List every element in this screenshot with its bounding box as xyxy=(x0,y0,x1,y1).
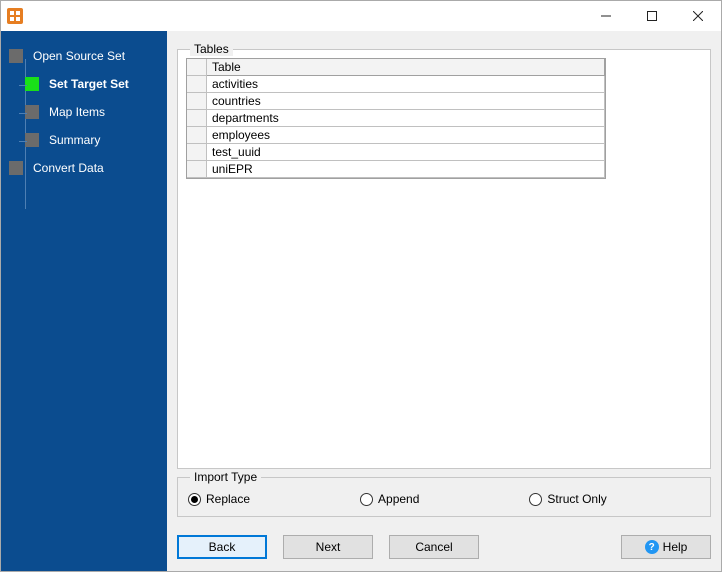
radio-icon xyxy=(188,493,201,506)
import-type-label: Import Type xyxy=(190,470,261,484)
table-row[interactable]: activities xyxy=(187,76,605,93)
step-marker-icon xyxy=(25,105,39,119)
table-header-row: Table xyxy=(187,59,605,76)
nav-convert-data[interactable]: Convert Data xyxy=(9,157,159,179)
nav-open-source-set[interactable]: Open Source Set xyxy=(9,45,159,67)
table-cell: countries xyxy=(207,93,605,110)
row-handle[interactable] xyxy=(187,127,207,144)
nav-map-items[interactable]: Map Items xyxy=(9,101,159,123)
row-handle[interactable] xyxy=(187,76,207,93)
main-panel: Tables Table activities countries xyxy=(167,31,721,571)
step-marker-icon xyxy=(25,77,39,91)
next-button[interactable]: Next xyxy=(283,535,373,559)
app-icon xyxy=(7,8,23,24)
help-icon: ? xyxy=(645,540,659,554)
window-body: Open Source Set Set Target Set Map Items… xyxy=(1,31,721,571)
back-button[interactable]: Back xyxy=(177,535,267,559)
wizard-sidebar: Open Source Set Set Target Set Map Items… xyxy=(1,31,167,571)
step-marker-icon xyxy=(9,161,23,175)
nav-label: Open Source Set xyxy=(33,49,125,63)
table-cell: uniEPR xyxy=(207,161,605,178)
row-handle[interactable] xyxy=(187,110,207,127)
step-marker-icon xyxy=(25,133,39,147)
button-bar: Back Next Cancel ? Help xyxy=(167,527,721,571)
minimize-button[interactable] xyxy=(583,1,629,31)
help-button[interactable]: ? Help xyxy=(621,535,711,559)
close-button[interactable] xyxy=(675,1,721,31)
maximize-button[interactable] xyxy=(629,1,675,31)
radio-label: Append xyxy=(378,492,419,506)
tables-label: Tables xyxy=(190,42,233,56)
row-handle[interactable] xyxy=(187,161,207,178)
nav-label: Map Items xyxy=(49,105,105,119)
nav-label: Set Target Set xyxy=(49,77,129,91)
button-label: Help xyxy=(663,540,688,554)
row-handle[interactable] xyxy=(187,93,207,110)
radio-struct-only[interactable]: Struct Only xyxy=(529,492,606,506)
nav-summary[interactable]: Summary xyxy=(9,129,159,151)
table-row[interactable]: uniEPR xyxy=(187,161,605,178)
radio-label: Struct Only xyxy=(547,492,606,506)
tables-fieldset: Tables Table activities countries xyxy=(177,49,711,469)
cancel-button[interactable]: Cancel xyxy=(389,535,479,559)
radio-icon xyxy=(529,493,542,506)
table-row[interactable]: countries xyxy=(187,93,605,110)
nav-set-target-set[interactable]: Set Target Set xyxy=(9,73,159,95)
radio-label: Replace xyxy=(206,492,250,506)
radio-replace[interactable]: Replace xyxy=(188,492,250,506)
radio-append[interactable]: Append xyxy=(360,492,419,506)
table-cell: test_uuid xyxy=(207,144,605,161)
row-handle[interactable] xyxy=(187,144,207,161)
radio-icon xyxy=(360,493,373,506)
wizard-window: Open Source Set Set Target Set Map Items… xyxy=(0,0,722,572)
window-controls xyxy=(583,1,721,31)
titlebar xyxy=(1,1,721,31)
table-row[interactable]: departments xyxy=(187,110,605,127)
row-handle xyxy=(187,59,207,76)
tables-grid[interactable]: Table activities countries departme xyxy=(186,58,606,179)
main-content: Tables Table activities countries xyxy=(167,31,721,527)
nav-label: Convert Data xyxy=(33,161,104,175)
table-column-header[interactable]: Table xyxy=(207,59,605,76)
table-row[interactable]: employees xyxy=(187,127,605,144)
table-cell: activities xyxy=(207,76,605,93)
button-label: Cancel xyxy=(415,540,452,554)
table-row[interactable]: test_uuid xyxy=(187,144,605,161)
table-cell: departments xyxy=(207,110,605,127)
import-type-fieldset: Import Type Replace Append Struct Only xyxy=(177,477,711,517)
button-label: Next xyxy=(316,540,341,554)
table-cell: employees xyxy=(207,127,605,144)
step-marker-icon xyxy=(9,49,23,63)
nav-label: Summary xyxy=(49,133,100,147)
button-label: Back xyxy=(209,540,236,554)
